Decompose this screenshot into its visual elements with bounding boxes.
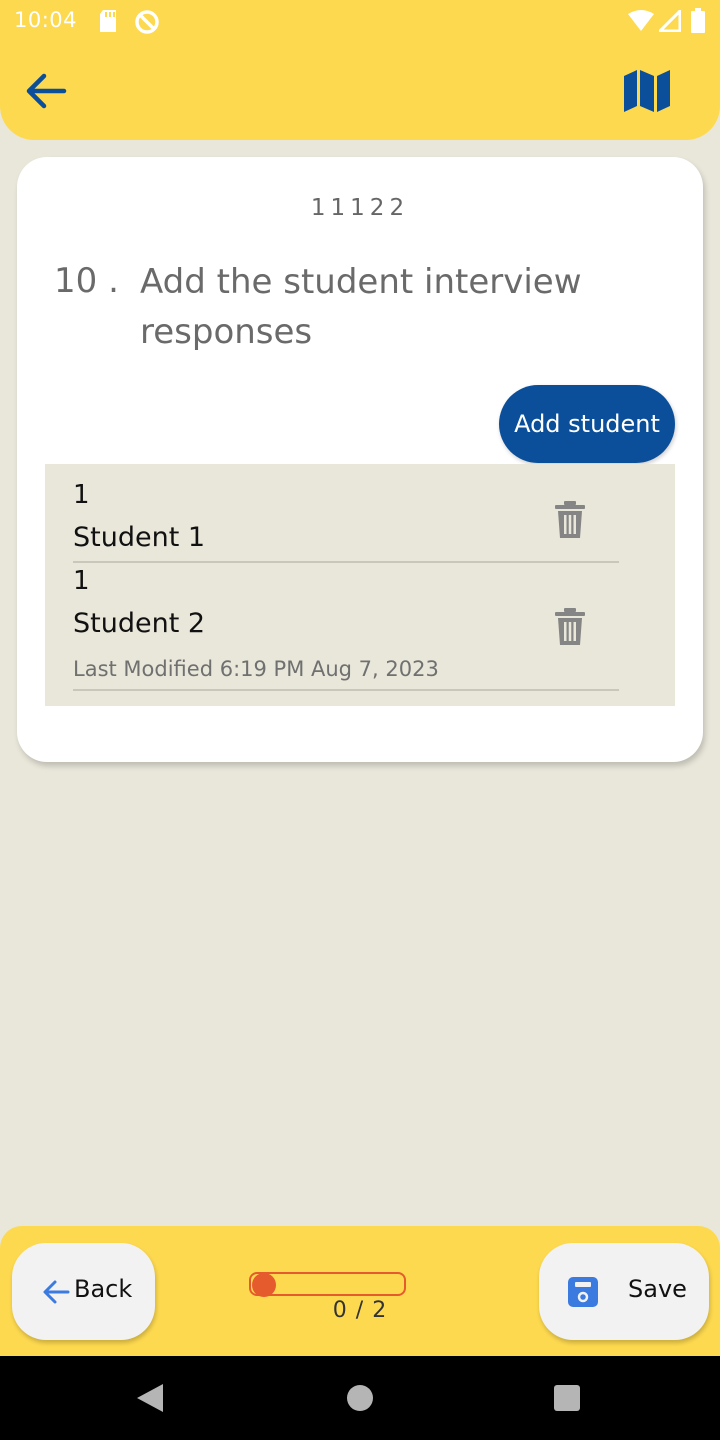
trash-icon[interactable] (553, 607, 587, 647)
map-icon[interactable] (622, 68, 672, 114)
trash-icon[interactable] (553, 500, 587, 540)
back-arrow-icon[interactable] (22, 70, 68, 112)
back-button-label: Back (74, 1275, 133, 1303)
back-button[interactable]: Back (12, 1243, 155, 1340)
arrow-left-icon (43, 1280, 70, 1304)
question-card: 11122 10 . Add the student interview res… (17, 157, 703, 762)
nav-recents-icon[interactable] (554, 1385, 580, 1411)
student-name: Student 1 (73, 522, 206, 553)
divider (73, 689, 619, 691)
progress-text: 0 / 2 (332, 1298, 388, 1323)
status-bar: 10:04 (0, 0, 720, 42)
nav-home-icon[interactable] (347, 1385, 373, 1411)
do-not-disturb-icon (135, 10, 159, 34)
student-name: Student 2 (73, 608, 206, 639)
student-number: 1 (73, 480, 90, 510)
system-nav-bar (0, 1356, 720, 1440)
save-icon (568, 1277, 598, 1307)
progress-indicator (252, 1273, 276, 1297)
save-button-label: Save (628, 1275, 687, 1303)
save-button[interactable]: Save (539, 1243, 709, 1340)
progress-bar (249, 1272, 406, 1297)
battery-icon (691, 8, 705, 33)
nav-back-icon[interactable] (137, 1384, 163, 1412)
question-code: 11122 (310, 195, 410, 221)
sd-card-icon (100, 10, 116, 32)
signal-icon (659, 10, 681, 32)
bottom-bar: Back 0 / 2 Save (0, 1226, 720, 1356)
question-number: 10 . (54, 261, 119, 301)
student-number: 1 (73, 566, 90, 596)
question-text: Add the student interview responses (140, 262, 582, 352)
last-modified-text: Last Modified 6:19 PM Aug 7, 2023 (73, 657, 439, 681)
wifi-icon (628, 10, 654, 31)
app-bar (0, 42, 720, 140)
divider (73, 561, 619, 563)
student-list: 1 Student 1 1 Student 2 Last Modified 6:… (45, 464, 675, 706)
status-time: 10:04 (14, 8, 78, 32)
add-student-button[interactable]: Add student (499, 385, 675, 463)
